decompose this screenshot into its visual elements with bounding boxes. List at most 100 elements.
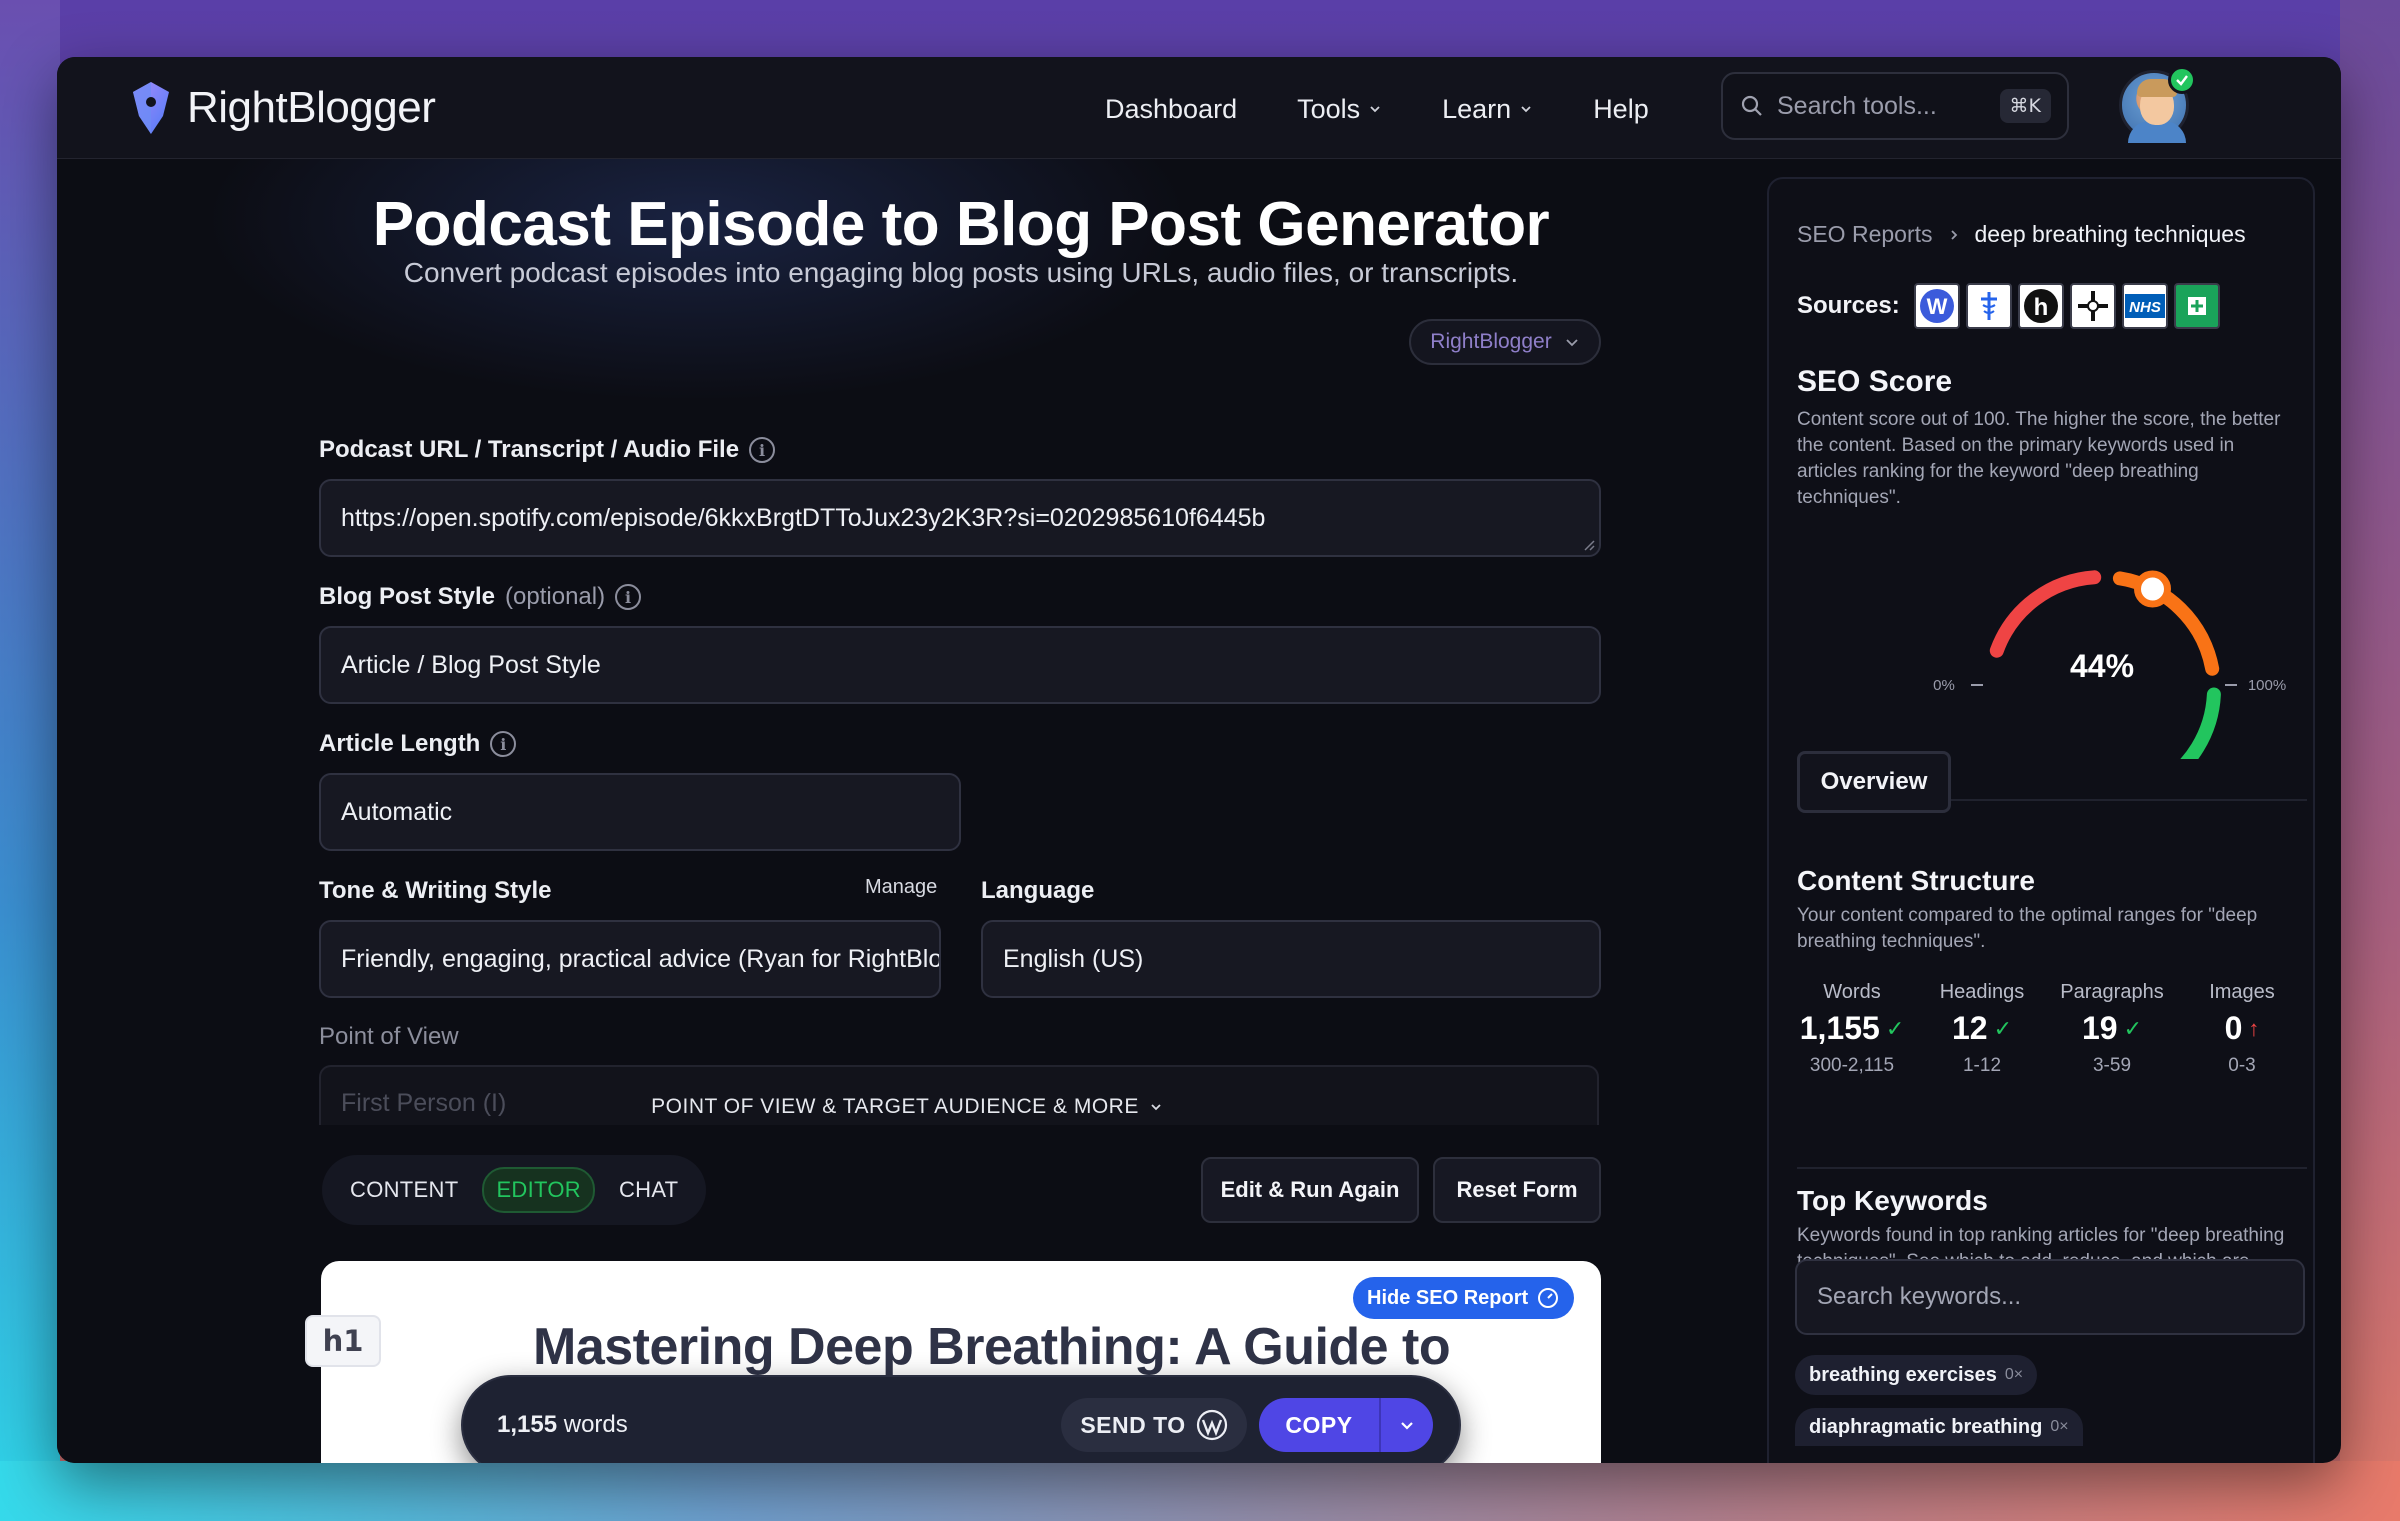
content-structure-title: Content Structure xyxy=(1797,865,2035,896)
gauge-max-label: 100% xyxy=(2248,677,2286,694)
source-health-plus-icon[interactable] xyxy=(2173,283,2220,329)
nav-dashboard[interactable]: Dashboard xyxy=(1105,85,1237,133)
seo-score-value: 44% xyxy=(2070,648,2134,684)
source-clinic-cross-icon[interactable] xyxy=(2069,283,2116,329)
source-w-icon[interactable]: W xyxy=(1913,283,1960,329)
seo-score-gauge: 0% 100% 44% xyxy=(1933,570,2286,759)
word-count: 1,155 words xyxy=(497,1411,628,1439)
podcast-url-value: https://open.spotify.com/episode/6kkxBrg… xyxy=(341,503,1266,532)
more-options-toggle[interactable]: POINT OF VIEW & TARGET AUDIENCE & MORE xyxy=(57,1095,1767,1119)
wordpress-icon xyxy=(1196,1409,1227,1441)
stat-images: Images 0 ↑ 0-3 xyxy=(2177,981,2307,1077)
nav-learn[interactable]: Learn xyxy=(1442,85,1533,133)
nav-help-label: Help xyxy=(1593,93,1649,124)
sources-row: Sources: W h NHS xyxy=(1797,283,2220,329)
heading-level-badge[interactable]: h1 xyxy=(305,1315,381,1367)
blog-style-select[interactable]: Article / Blog Post Style xyxy=(319,626,1601,704)
check-icon: ✓ xyxy=(1993,1015,2013,1041)
resize-handle-icon[interactable] xyxy=(1581,537,1595,551)
info-icon[interactable]: i xyxy=(749,437,776,463)
tone-value: Friendly, engaging, practical advice (Ry… xyxy=(341,944,941,973)
stat-paragraphs-value: 19 xyxy=(2081,1010,2118,1046)
stat-paragraphs-label: Paragraphs xyxy=(2060,981,2164,1003)
background-bottom xyxy=(0,1461,2400,1521)
seo-score-title: SEO Score xyxy=(1797,365,1953,398)
chevron-down-icon xyxy=(1566,339,1578,347)
background-right xyxy=(2340,0,2400,1521)
article-length-select[interactable]: Automatic xyxy=(319,773,961,851)
language-label: Language xyxy=(981,877,1094,905)
hide-seo-label: Hide SEO Report xyxy=(1367,1286,1529,1309)
check-icon: ✓ xyxy=(2123,1015,2143,1041)
brand-voice-select[interactable]: RightBlogger xyxy=(1409,319,1601,365)
keyword-chip[interactable]: breathing exercises 0× xyxy=(1795,1355,2038,1395)
app-window: RightBlogger Dashboard Tools Learn Help … xyxy=(57,57,2341,1463)
more-options-label: POINT OF VIEW & TARGET AUDIENCE & MORE xyxy=(651,1095,1139,1118)
content-structure-stats: Words 1,155 ✓ 300-2,115 Headings 12 ✓ 1-12… xyxy=(1787,981,2307,1077)
tools-search[interactable]: Search tools... ⌘K xyxy=(1721,72,2069,140)
content-structure-description: Your content compared to the optimal ran… xyxy=(1797,905,2258,952)
breadcrumb: SEO Reports deep breathing techniques xyxy=(1797,221,2246,248)
copy-button-group: COPY xyxy=(1259,1398,1433,1452)
send-to-label: SEND TO xyxy=(1080,1411,1186,1438)
stat-headings-value: 12 xyxy=(1951,1010,1988,1046)
stat-headings: Headings 12 ✓ 1-12 xyxy=(1917,981,2047,1077)
nav-tools[interactable]: Tools xyxy=(1297,85,1382,133)
tone-select[interactable]: Friendly, engaging, practical advice (Ry… xyxy=(319,920,941,998)
copy-options-toggle[interactable] xyxy=(1381,1416,1433,1434)
page-title: Podcast Episode to Blog Post Generator xyxy=(372,190,1550,259)
manage-styles-link[interactable]: Manage xyxy=(865,876,937,899)
top-nav-bar: RightBlogger Dashboard Tools Learn Help … xyxy=(57,57,2341,159)
keyword-term: breathing exercises xyxy=(1809,1363,1997,1386)
edit-run-again-button[interactable]: Edit & Run Again xyxy=(1201,1157,1419,1223)
page-subtitle: Convert podcast episodes into engaging b… xyxy=(403,257,1519,288)
optional-tag: (optional) xyxy=(505,583,606,610)
podcast-url-input[interactable]: https://open.spotify.com/episode/6kkxBrg… xyxy=(319,479,1601,557)
source-nhs-icon[interactable]: NHS xyxy=(2121,283,2168,329)
sources-label: Sources: xyxy=(1797,292,1900,319)
language-select[interactable]: English (US) xyxy=(981,920,1601,998)
pov-label: Point of View xyxy=(319,1023,459,1051)
tab-overview[interactable]: Overview xyxy=(1797,751,1951,813)
nav-help[interactable]: Help xyxy=(1593,85,1649,133)
stat-images-range: 0-3 xyxy=(2228,1055,2256,1076)
tab-content[interactable]: CONTENT xyxy=(338,1169,470,1211)
rightblogger-logo-icon xyxy=(133,82,169,134)
stat-images-value: 0 xyxy=(2224,1010,2243,1046)
word-count-unit: words xyxy=(563,1411,628,1438)
tone-label-text: Tone & Writing Style xyxy=(319,877,552,904)
stat-words-label: Words xyxy=(1823,981,1881,1003)
background-left xyxy=(0,0,60,1521)
chevron-down-icon xyxy=(1370,106,1380,113)
copy-button[interactable]: COPY xyxy=(1259,1412,1379,1439)
tab-editor[interactable]: EDITOR xyxy=(482,1167,595,1213)
chevron-right-icon xyxy=(1950,229,1957,240)
stat-words-value: 1,155 xyxy=(1799,1010,1880,1046)
svg-text:NHS: NHS xyxy=(2129,299,2161,316)
source-h-icon[interactable]: h xyxy=(2017,283,2064,329)
pov-label-text: Point of View xyxy=(319,1023,459,1050)
keyword-search-input[interactable]: Search keywords... xyxy=(1795,1259,2305,1335)
reset-form-button[interactable]: Reset Form xyxy=(1433,1157,1601,1223)
keyword-chip[interactable]: diaphragmatic breathing 0× xyxy=(1795,1408,2083,1446)
stat-headings-range: 1-12 xyxy=(1962,1055,2002,1076)
keyword-count: 0× xyxy=(2004,1366,2024,1383)
hide-seo-report-button[interactable]: Hide SEO Report xyxy=(1353,1277,1575,1319)
brand-logo[interactable]: RightBlogger xyxy=(129,77,436,139)
seo-score-description: Content score out of 100. The higher the… xyxy=(1797,409,2281,508)
style-label-text: Blog Post Style xyxy=(319,583,496,610)
info-icon[interactable]: i xyxy=(490,731,517,757)
search-placeholder: Search tools... xyxy=(1777,91,1937,120)
keyword-search-placeholder: Search keywords... xyxy=(1817,1283,2022,1310)
keyword-count: 0× xyxy=(2050,1418,2069,1435)
tab-chat[interactable]: CHAT xyxy=(607,1169,690,1211)
info-icon[interactable]: i xyxy=(615,584,642,610)
view-tabs: CONTENT EDITOR CHAT xyxy=(322,1155,706,1225)
gauge-icon xyxy=(1538,1288,1559,1308)
send-to-wordpress-button[interactable]: SEND TO xyxy=(1061,1398,1247,1452)
breadcrumb-seo-reports[interactable]: SEO Reports xyxy=(1797,221,1933,248)
gauge-segment-low xyxy=(1989,570,2102,658)
source-medical-cross-icon[interactable] xyxy=(1965,283,2012,329)
chevron-down-icon xyxy=(1521,106,1531,113)
nav-dashboard-label: Dashboard xyxy=(1105,93,1238,124)
